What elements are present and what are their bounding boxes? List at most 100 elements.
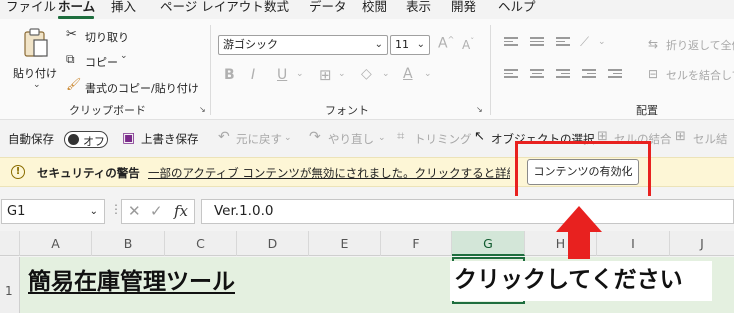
undo-icon: ↶ [218, 129, 230, 145]
font-name-value: 游ゴシック [223, 38, 278, 51]
italic-icon[interactable]: I [251, 67, 255, 83]
warning-icon: ! [11, 165, 25, 179]
borders-icon[interactable]: ⊞ [319, 66, 332, 84]
increase-indent-icon[interactable] [608, 69, 622, 81]
font-color-icon[interactable]: A [403, 66, 413, 82]
copy-icon: ⧉ [66, 52, 75, 66]
column-header-a[interactable]: A [20, 231, 92, 256]
undo-button[interactable]: 元に戻す [236, 131, 282, 147]
font-launcher-icon[interactable]: ↘ [476, 105, 483, 114]
ribbon: 貼り付け ⌄ ✂ 切り取り ⧉ コピー ⌄ 🖌 書式のコピー/貼り付け クリップ… [0, 19, 734, 120]
fill-color-icon[interactable]: ◇ [361, 66, 372, 82]
column-header-j[interactable]: J [670, 231, 734, 256]
tab-review[interactable]: 校閲 [362, 0, 387, 19]
orientation-icon[interactable]: ⟋ [580, 35, 589, 50]
autosave-label: 自動保存 [8, 132, 54, 146]
column-header-b[interactable]: B [92, 231, 165, 256]
font-group-label: フォント [325, 104, 369, 117]
decrease-font-size-icon[interactable]: Aˇ [462, 37, 474, 52]
tab-formulas[interactable]: 数式 [264, 0, 289, 19]
select-all-corner[interactable] [0, 231, 20, 256]
column-header-g[interactable]: G [452, 231, 525, 256]
name-box[interactable]: G1 ⌄ [1, 199, 105, 224]
align-left-icon[interactable] [504, 69, 518, 81]
column-header-i[interactable]: I [597, 231, 670, 256]
font-name-chevron-icon: ⌄ [374, 39, 383, 50]
redo-dropdown-chevron-icon[interactable]: ⌄ [378, 133, 386, 143]
font-name-select[interactable]: 游ゴシック ⌄ [218, 35, 388, 55]
security-warning-message-link[interactable]: 一部のアクティブ コンテンツが無効にされました。クリックすると詳細が表示されます… [148, 165, 510, 181]
format-painter-button[interactable]: 書式のコピー/貼り付け [85, 80, 199, 96]
name-box-chevron-icon: ⌄ [89, 206, 98, 217]
copy-dropdown-chevron-icon[interactable]: ⌄ [120, 51, 128, 61]
save-icon: ▣ [122, 130, 136, 146]
underline-icon[interactable]: U [277, 67, 287, 83]
font-size-select[interactable]: 11 ⌄ [390, 35, 430, 55]
orientation-dropdown-chevron-icon[interactable]: ⌄ [598, 37, 606, 47]
paste-button[interactable]: 貼り付け [13, 65, 57, 81]
redo-button[interactable]: やり直し [328, 131, 374, 147]
align-right-icon[interactable] [556, 69, 570, 81]
font-color-dropdown-chevron-icon[interactable]: ⌄ [424, 69, 432, 79]
font-size-value: 11 [395, 38, 409, 51]
align-middle-icon[interactable] [530, 37, 544, 49]
column-header-c[interactable]: C [165, 231, 237, 256]
copy-button[interactable]: コピー [85, 54, 118, 70]
formula-buttons: ✕ ✓ fx [121, 199, 195, 224]
tab-file[interactable]: ファイル [6, 0, 56, 19]
cell-style-button[interactable]: セル結 [693, 131, 728, 147]
row-number: 1 [5, 284, 13, 298]
alignment-group-label: 配置 [636, 104, 658, 117]
overwrite-save-button[interactable]: 上書き保存 [141, 131, 199, 147]
decrease-indent-icon[interactable] [582, 69, 596, 81]
column-header-f[interactable]: F [381, 231, 452, 256]
cut-button[interactable]: 切り取り [85, 29, 129, 45]
merge-cells-icon: ⊟ [648, 67, 659, 81]
highlight-box [515, 141, 651, 199]
tab-developer[interactable]: 開発 [451, 0, 476, 19]
align-center-icon[interactable] [530, 69, 544, 81]
group-divider [210, 25, 211, 115]
row-header-1[interactable]: 1 [0, 257, 20, 313]
align-top-icon[interactable] [504, 37, 518, 49]
trimming-button[interactable]: トリミング [414, 131, 472, 147]
paste-dropdown-chevron-icon[interactable]: ⌄ [33, 80, 41, 90]
autosave-toggle[interactable]: オフ [64, 131, 108, 148]
tab-view[interactable]: 表示 [406, 0, 431, 19]
tab-page-layout[interactable]: ページ レイアウト [160, 0, 264, 19]
wrap-text-icon: ⇆ [648, 37, 659, 51]
paste-icon [22, 27, 50, 59]
column-header-e[interactable]: E [309, 231, 381, 256]
tab-help[interactable]: ヘルプ [498, 0, 536, 19]
font-size-chevron-icon: ⌄ [416, 39, 425, 50]
toggle-knob [68, 134, 79, 145]
click-here-text-box[interactable]: クリックしてください [450, 261, 712, 301]
cut-icon: ✂ [66, 27, 77, 42]
menu-bar: ファイル ホーム 挿入 ページ レイアウト 数式 データ 校閲 表示 開発 ヘル… [0, 0, 734, 19]
enter-icon[interactable]: ✓ [150, 202, 163, 220]
borders-dropdown-chevron-icon[interactable]: ⌄ [338, 69, 346, 79]
tab-data[interactable]: データ [309, 0, 347, 19]
column-header-d[interactable]: D [237, 231, 309, 256]
cell-a1-title[interactable]: 簡易在庫管理ツール [28, 262, 235, 296]
align-bottom-icon[interactable] [556, 37, 570, 49]
fill-color-dropdown-chevron-icon[interactable]: ⌄ [382, 69, 390, 79]
cancel-icon[interactable]: ✕ [128, 202, 141, 220]
tab-insert[interactable]: 挿入 [111, 0, 136, 19]
increase-font-size-icon[interactable]: A^ [438, 35, 454, 52]
clipboard-launcher-icon[interactable]: ↘ [199, 105, 206, 114]
column-headers: A B C D E F G H I J [0, 231, 734, 256]
crop-icon: ⌗ [397, 129, 405, 144]
merge-center-button[interactable]: セルを結合して [666, 67, 734, 83]
red-arrow-body [568, 231, 590, 259]
group-divider [490, 25, 491, 115]
underline-dropdown-chevron-icon[interactable]: ⌄ [296, 69, 304, 79]
red-arrow-head [556, 206, 602, 232]
formula-input[interactable]: Ver.1.0.0 [201, 199, 734, 224]
bold-icon[interactable]: B [224, 67, 235, 83]
autosave-state: オフ [83, 135, 105, 148]
wrap-text-button[interactable]: 折り返して全体 [666, 37, 734, 53]
format-painter-icon: 🖌 [66, 77, 82, 91]
undo-dropdown-chevron-icon[interactable]: ⌄ [284, 133, 292, 143]
insert-function-icon[interactable]: fx [174, 202, 188, 220]
